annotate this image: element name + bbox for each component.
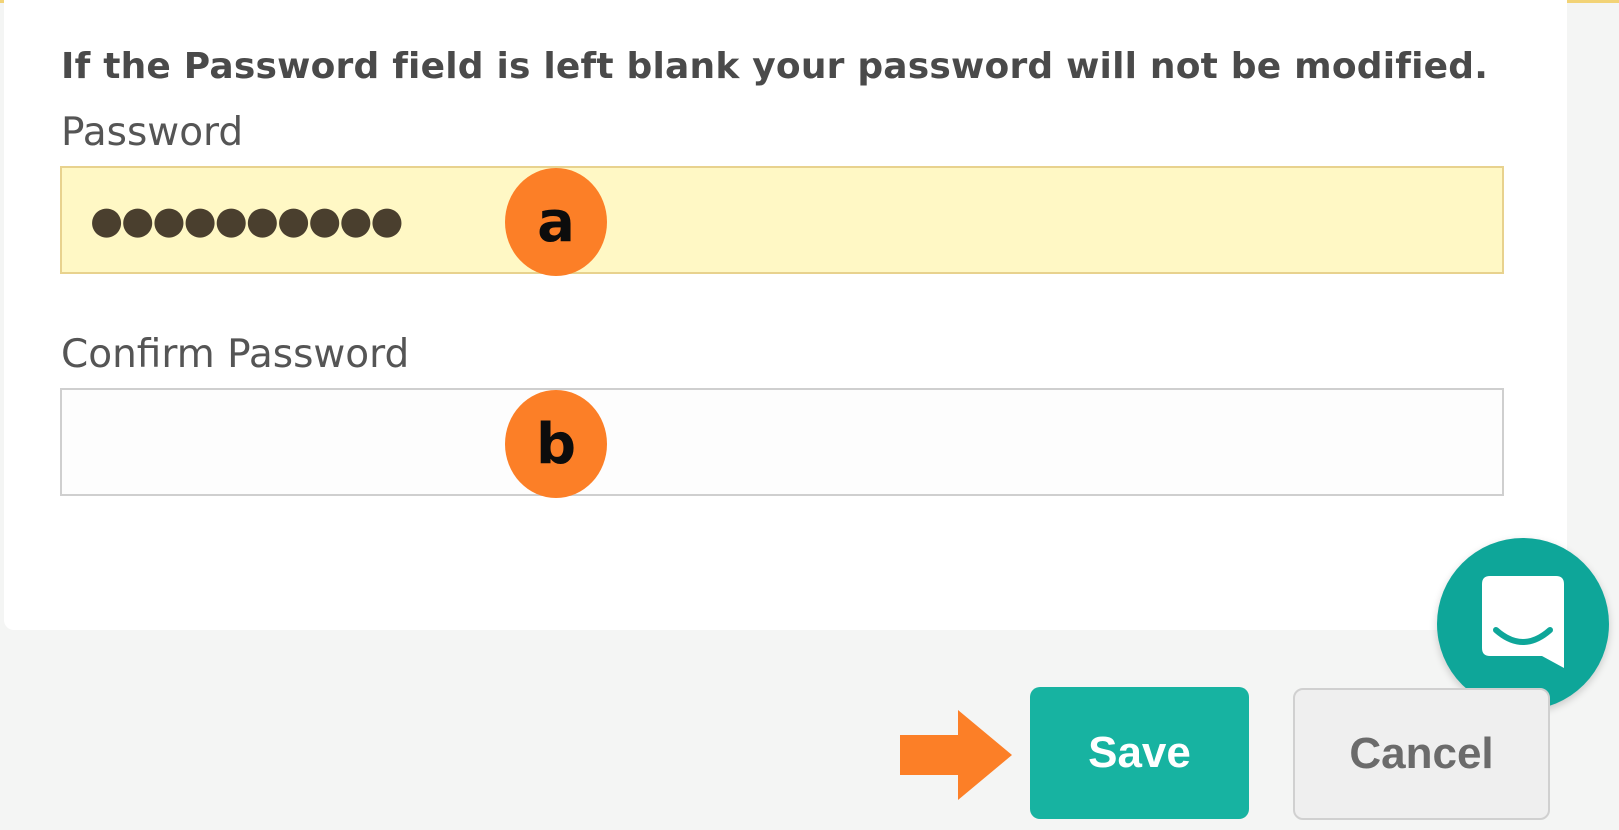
annotation-marker-a: a bbox=[505, 168, 607, 276]
annotation-marker-b: b bbox=[505, 390, 607, 498]
save-button[interactable]: Save bbox=[1030, 687, 1249, 819]
chat-widget-button[interactable] bbox=[1437, 538, 1609, 710]
confirm-password-input[interactable] bbox=[60, 388, 1504, 496]
confirm-password-label: Confirm Password bbox=[61, 332, 410, 377]
chat-bubble-icon bbox=[1482, 575, 1564, 673]
password-label: Password bbox=[61, 110, 244, 155]
password-input[interactable]: ●●●●●●●●●● bbox=[60, 166, 1504, 274]
password-notice: If the Password field is left blank your… bbox=[61, 46, 1489, 87]
cancel-button[interactable]: Cancel bbox=[1293, 688, 1550, 820]
right-arrow-icon bbox=[900, 710, 1018, 805]
password-form-card bbox=[4, 0, 1567, 630]
password-masked-value: ●●●●●●●●●● bbox=[90, 198, 404, 242]
